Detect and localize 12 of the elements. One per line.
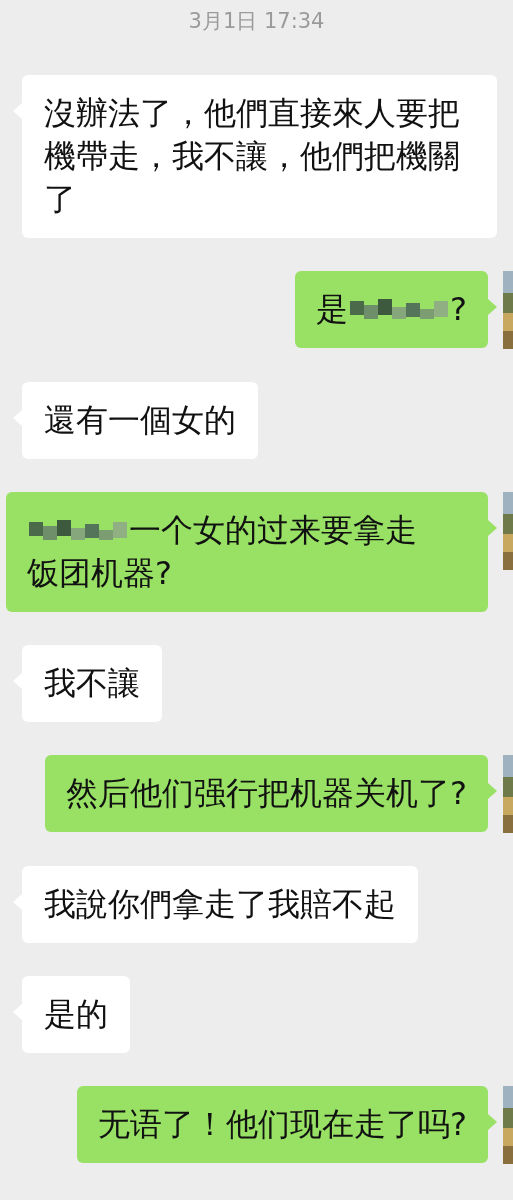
message-text: 我說你們拿走了我賠不起 [44, 884, 396, 925]
message-text: 還有一個女的 [44, 400, 236, 441]
message-text: 是 [316, 289, 348, 330]
message-text: 我不讓 [44, 663, 140, 704]
message-text: 一个女的过来要拿走 [129, 510, 417, 551]
message-text: ? [450, 289, 467, 330]
timestamp: 3月1日 17:34 [188, 8, 325, 35]
message-text: 是的 [44, 994, 108, 1035]
message-text: 然后他们强行把机器关机了? [66, 773, 467, 814]
message-text: 沒辦法了，他們直接來人要把機帶走，我不讓，他們把機關了 [44, 93, 461, 220]
message-text: 无语了！他们现在走了吗? [98, 1104, 467, 1145]
message-text: 饭团机器? [27, 553, 172, 594]
